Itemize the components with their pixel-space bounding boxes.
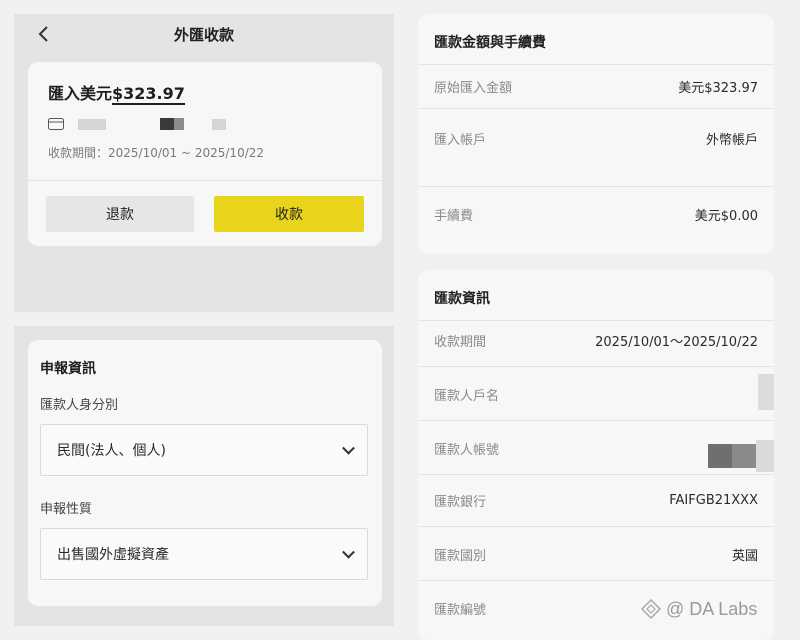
amount-heading: 匯入美元$323.97 (48, 80, 185, 105)
fee-row-handling-fee: 手續費 美元$0.00 (418, 204, 774, 224)
remit-row-label: 匯款銀行 (434, 494, 487, 510)
identity-label: 匯款人身分別 (40, 398, 119, 413)
remit-row-label: 匯款人戶名 (434, 388, 500, 404)
masked-account-2 (160, 118, 174, 130)
card-icon (48, 118, 64, 130)
remit-row-label: 匯款國別 (434, 548, 487, 564)
diamond-logo-icon (640, 598, 662, 620)
declaration-card: 申報資訊 匯款人身分別 民間(法人、個人) 申報性質 出售國外虛擬資產 (28, 340, 382, 606)
fee-row-value: 美元$0.00 (694, 208, 758, 224)
remit-row-country: 匯款國別 英國 (418, 544, 774, 564)
remit-info-card: 匯款資訊 收款期間 2025/10/01～2025/10/22 匯款人戶名 匯款… (418, 270, 774, 640)
remit-row-value: FAIFGB21XXX (669, 492, 758, 508)
masked-account-4 (212, 119, 226, 130)
remit-row-label: 匯款編號 (434, 602, 487, 618)
fee-row-label: 原始匯入金額 (434, 80, 513, 96)
masked-remitter-account-2 (732, 444, 756, 468)
masked-remitter-name (758, 374, 774, 410)
remit-row-value: 英國 (731, 548, 758, 564)
fees-card: 匯款金額與手續費 原始匯入金額 美元$323.97 匯入帳戶 外幣帳戶 手續費 … (418, 14, 774, 254)
chevron-down-icon (342, 545, 355, 559)
remit-divider (418, 420, 774, 421)
remit-row-remitter-name: 匯款人戶名 (418, 384, 774, 404)
nature-select-value: 出售國外虛擬資產 (57, 547, 169, 563)
remit-row-label: 匯款人帳號 (434, 442, 500, 458)
masked-account-1 (78, 119, 106, 130)
declaration-title: 申報資訊 (40, 361, 96, 377)
masked-account-3 (174, 118, 184, 130)
nature-select[interactable]: 出售國外虛擬資產 (40, 528, 368, 580)
identity-select-value: 民間(法人、個人) (57, 443, 166, 459)
masked-remitter-account-3 (756, 440, 774, 472)
remit-row-value: 2025/10/01～2025/10/22 (595, 334, 758, 350)
amount-value: $323.97 (112, 84, 185, 105)
chevron-down-icon (342, 441, 355, 455)
fee-row-label: 手續費 (434, 208, 474, 224)
fees-divider (418, 186, 774, 187)
refund-button[interactable]: 退款 (46, 196, 194, 232)
fees-divider (418, 108, 774, 109)
remit-divider (418, 474, 774, 475)
summary-card: 匯入美元$323.97 收款期間：2025/10/01 ~ 2025/10/22… (28, 62, 382, 246)
fee-row-value: 美元$323.97 (678, 80, 758, 96)
remit-divider (418, 320, 774, 321)
left-bottom-panel: 申報資訊 匯款人身分別 民間(法人、個人) 申報性質 出售國外虛擬資產 (14, 326, 394, 626)
remit-divider (418, 366, 774, 367)
watermark-text: @ DA Labs (666, 598, 758, 619)
fees-title: 匯款金額與手續費 (434, 35, 546, 51)
card-divider (28, 180, 382, 181)
remit-info-title: 匯款資訊 (434, 291, 490, 307)
identity-select[interactable]: 民間(法人、個人) (40, 424, 368, 476)
remit-row-period: 收款期間 2025/10/01～2025/10/22 (418, 330, 774, 350)
fee-row-account: 匯入帳戶 外幣帳戶 (418, 128, 774, 148)
left-top-panel: 外匯收款 匯入美元$323.97 收款期間：2025/10/01 ~ 2025/… (14, 14, 394, 312)
amount-prefix: 匯入美元 (48, 84, 113, 103)
fee-row-value: 外幣帳戶 (705, 132, 758, 148)
page-title: 外匯收款 (173, 26, 234, 44)
masked-remitter-account-1 (708, 444, 732, 468)
remit-row-bank: 匯款銀行 FAIFGB21XXX (418, 490, 774, 510)
collection-period: 收款期間：2025/10/01 ~ 2025/10/22 (48, 146, 265, 160)
fee-row-original-amount: 原始匯入金額 美元$323.97 (418, 76, 774, 96)
watermark: @ DA Labs (640, 598, 757, 620)
nature-label: 申報性質 (40, 502, 93, 517)
collect-button[interactable]: 收款 (214, 196, 364, 232)
remit-row-label: 收款期間 (434, 334, 487, 350)
remit-divider (418, 526, 774, 527)
fees-divider (418, 64, 774, 65)
right-panel: 匯款金額與手續費 原始匯入金額 美元$323.97 匯入帳戶 外幣帳戶 手續費 … (406, 0, 800, 640)
fee-row-label: 匯入帳戶 (434, 132, 487, 148)
remit-divider (418, 580, 774, 581)
